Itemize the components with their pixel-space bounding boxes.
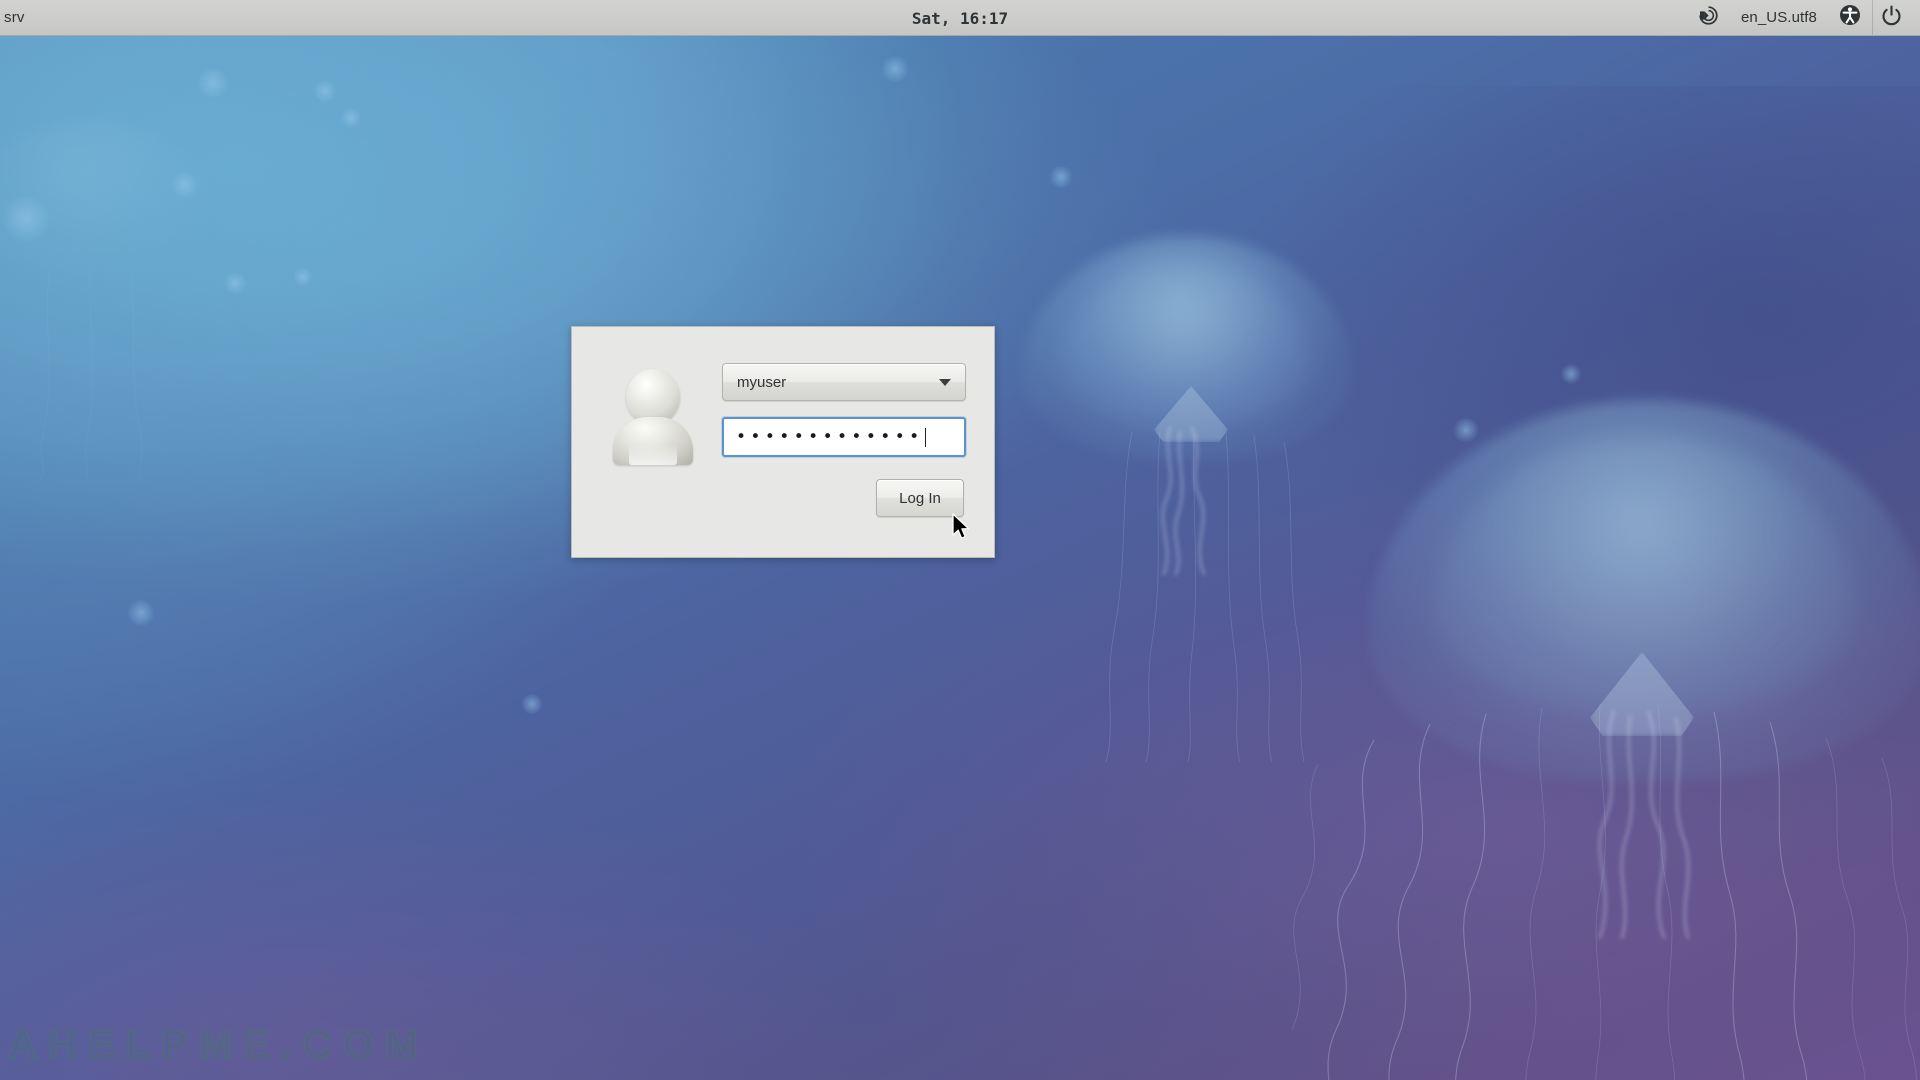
- site-watermark: AHELPME.COM: [7, 1022, 429, 1068]
- wallpaper-speck: [292, 268, 314, 286]
- login-dialog-body: myuser •••••••••••••: [572, 327, 994, 465]
- accessibility-icon: [1839, 4, 1861, 31]
- panel-right-section: en_US.utf8: [1687, 0, 1920, 36]
- wallpaper-purple-veil: [806, 496, 1920, 1080]
- wallpaper-speck: [126, 600, 156, 626]
- wallpaper-speck: [1560, 364, 1582, 384]
- username-dropdown[interactable]: myuser: [722, 363, 966, 401]
- panel-left-section: srv: [0, 9, 200, 26]
- power-button[interactable]: [1877, 0, 1914, 36]
- password-input[interactable]: •••••••••••••: [722, 417, 966, 457]
- desktop-background: srv Sat, 16:17 en_US.utf8 myuser •••••••…: [0, 0, 1920, 1080]
- chevron-down-icon: [939, 378, 951, 386]
- wallpaper-speck: [196, 68, 230, 98]
- jellyfish-faint-left: [0, 120, 220, 481]
- login-fields: myuser •••••••••••••: [694, 363, 966, 461]
- wallpaper-speck: [312, 80, 338, 102]
- login-dialog-actions: Log In: [572, 461, 994, 517]
- avatar-body-highlight: [629, 443, 677, 465]
- jellyfish-lower-right: [1291, 400, 1920, 1080]
- panel-separator: [1872, 0, 1873, 36]
- wallpaper-speck: [0, 196, 52, 242]
- mouse-cursor: [952, 513, 972, 548]
- password-masked-value: •••••••••••••: [736, 426, 924, 447]
- wallpaper-speck: [222, 272, 248, 294]
- login-button[interactable]: Log In: [876, 479, 964, 517]
- wallpaper-speck: [880, 56, 910, 82]
- hostname-label: srv: [4, 9, 25, 26]
- session-rotate-icon: [1698, 5, 1719, 31]
- wallpaper-speck: [1048, 166, 1074, 188]
- power-icon: [1881, 5, 1902, 31]
- jellyfish-upper-right: [1022, 236, 1352, 763]
- wallpaper-speck: [520, 694, 544, 714]
- login-dialog: myuser ••••••••••••• Log In: [571, 326, 995, 558]
- text-caret: [924, 427, 927, 447]
- username-value: myuser: [737, 373, 787, 391]
- top-panel: srv Sat, 16:17 en_US.utf8: [0, 0, 1920, 36]
- session-button[interactable]: [1687, 0, 1730, 36]
- panel-center-section: Sat, 16:17: [0, 0, 1920, 36]
- locale-button[interactable]: en_US.utf8: [1730, 0, 1828, 36]
- user-avatar-icon: [612, 369, 694, 465]
- accessibility-button[interactable]: [1828, 0, 1872, 36]
- clock-label[interactable]: Sat, 16:17: [912, 9, 1008, 28]
- wallpaper-speck: [1452, 418, 1480, 442]
- wallpaper-speck: [340, 108, 362, 128]
- wallpaper-dark-veil: [1228, 86, 1920, 648]
- wallpaper-speck: [170, 172, 200, 198]
- locale-label: en_US.utf8: [1740, 9, 1817, 26]
